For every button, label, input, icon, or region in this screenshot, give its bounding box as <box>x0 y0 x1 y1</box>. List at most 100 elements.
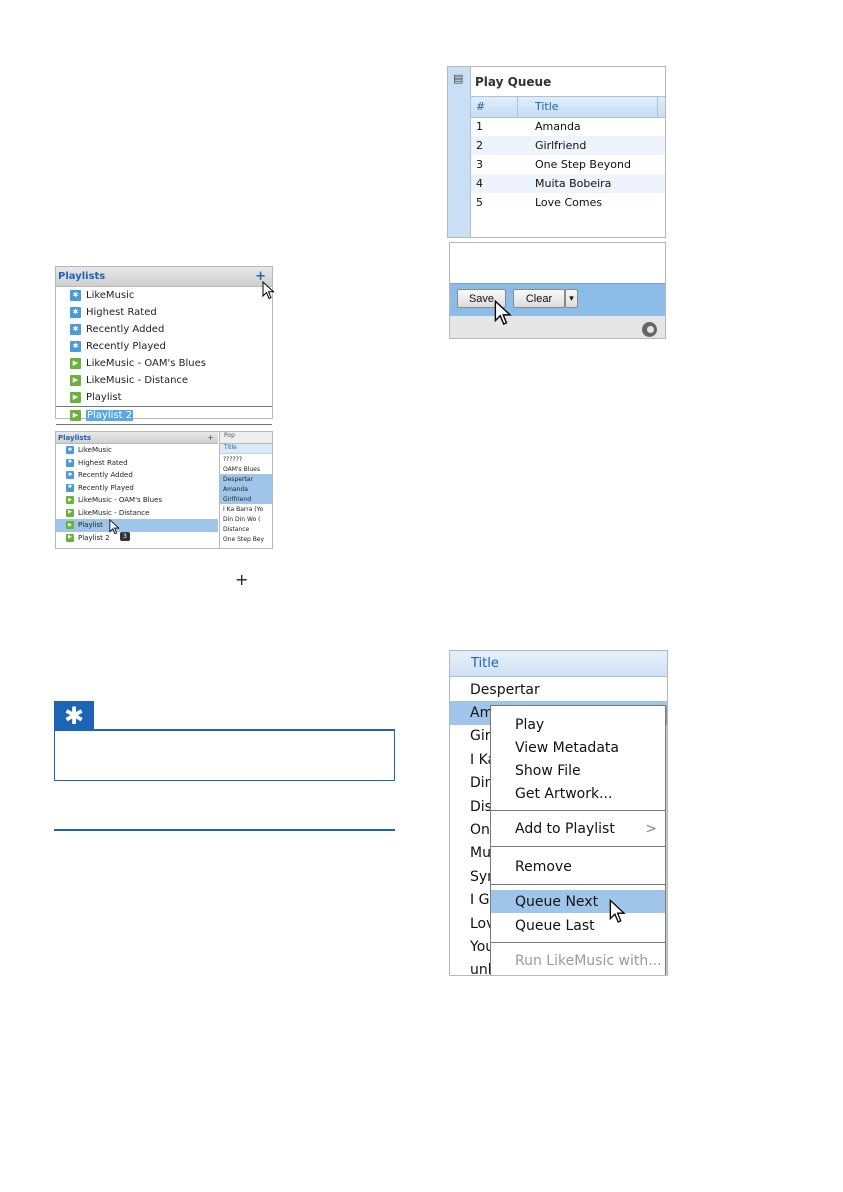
drag-playlists-column: Playlists + ✱ LikeMusic ✱ Highest Rated ✱ Rec… <box>56 432 218 548</box>
drag-playlist-item-label: Highest Rated <box>78 458 128 467</box>
playlists-panel: Playlists + ✱ LikeMusic ✱ Highest Rated ✱ Rec… <box>55 266 273 425</box>
drag-tracks-title-column[interactable]: Title <box>220 444 272 454</box>
drag-track-row[interactable]: I Ka Barra (Yo <box>220 504 272 514</box>
drag-playlists-title: Playlists <box>58 433 92 442</box>
playlist-item[interactable]: ✱ Recently Played <box>56 338 272 355</box>
drag-playlist-item[interactable]: ✱ Recently Played <box>56 482 218 495</box>
drag-add-playlist-button[interactable]: + <box>207 433 214 442</box>
play-queue-column-header: # Title <box>471 96 665 118</box>
drag-playlist-item-label: LikeMusic - OAM's Blues <box>78 496 162 505</box>
smart-playlist-icon: ✱ <box>70 307 81 318</box>
tip-asterisk-icon: ✱ <box>54 701 94 731</box>
drag-track-row[interactable]: Din Din Wo ( <box>220 514 272 524</box>
drag-track-row[interactable]: OAM's Blues <box>220 464 272 474</box>
playlist-icon: ▶ <box>70 392 81 403</box>
drag-track-row[interactable]: ?????? <box>220 454 272 464</box>
queue-row[interactable]: 4 Muita Bobeira <box>471 174 665 193</box>
playlist-item[interactable]: ✱ Highest Rated <box>56 304 272 321</box>
queue-footer <box>450 316 665 338</box>
menu-run-with: Run LikeMusic with... <box>515 952 662 969</box>
menu-play[interactable]: Play <box>491 713 665 736</box>
playlist-icon: ▶ <box>66 496 74 505</box>
drag-playlist-item-label: LikeMusic <box>78 446 112 455</box>
save-cursor-icon <box>494 299 512 326</box>
clear-button[interactable]: Clear <box>513 289 565 308</box>
playlist-item-label: Playlist 2 <box>86 410 134 421</box>
playlist-item[interactable]: ✱ Recently Added <box>56 321 272 338</box>
column-number[interactable]: # <box>476 100 485 113</box>
playlist-item-label: Recently Played <box>86 341 166 352</box>
play-queue-strip: ▤ <box>448 67 471 237</box>
menu-separator <box>491 942 665 943</box>
playlist-item[interactable]: ▶ LikeMusic - Distance <box>56 372 272 389</box>
queue-row-number: 2 <box>476 139 483 152</box>
menu-queue-next[interactable]: Queue Next <box>491 890 665 913</box>
drag-playlist-item[interactable]: ▶ Playlist <box>56 519 218 532</box>
context-menu: Play View Metadata Show File Get Artwork… <box>490 705 666 975</box>
drag-playlist-item[interactable]: ✱ Highest Rated <box>56 457 218 470</box>
queue-row[interactable]: 2 Girlfriend <box>471 136 665 155</box>
mouse-cursor-icon <box>262 281 275 300</box>
playlist-item[interactable]: ▶ Playlist 2 <box>56 406 272 425</box>
queue-document-icon[interactable]: ▤ <box>453 72 463 85</box>
smart-playlist-icon: ✱ <box>66 458 74 467</box>
drag-track-row[interactable]: One Step Bey <box>220 534 272 544</box>
drag-tracks-column: Pop Title ?????? OAM's Blues Despertar Aman… <box>219 432 272 548</box>
menu-separator <box>491 810 665 811</box>
track-row[interactable]: Despertar <box>450 678 667 701</box>
drag-playlist-item[interactable]: ✱ Recently Added <box>56 469 218 482</box>
queue-row[interactable]: 1 Amanda <box>471 117 665 136</box>
playlist-item[interactable]: ▶ Playlist <box>56 389 272 406</box>
drag-to-playlist-panel: Playlists + ✱ LikeMusic ✱ Highest Rated ✱ Rec… <box>55 431 273 549</box>
menu-remove[interactable]: Remove <box>491 855 665 878</box>
queue-row-number: 4 <box>476 177 483 190</box>
drag-playlist-item-label: Recently Added <box>78 471 133 480</box>
drag-playlist-item-label: LikeMusic - Distance <box>78 508 150 517</box>
drag-playlist-item[interactable]: ▶ Playlist 2 <box>56 532 218 545</box>
play-queue-panel: ▤ Play Queue # Title 1 Amanda 2 Girlfriend 3… <box>447 66 666 238</box>
menu-view-metadata[interactable]: View Metadata <box>491 736 665 759</box>
playlist-icon: ▶ <box>66 521 74 530</box>
queue-row-title: Love Comes <box>535 196 603 209</box>
queue-row-title: One Step Beyond <box>535 158 631 171</box>
section-divider <box>54 829 395 831</box>
drag-playlist-list: ✱ LikeMusic ✱ Highest Rated ✱ Recently Added ✱… <box>56 444 218 544</box>
play-queue-rows: 1 Amanda 2 Girlfriend 3 One Step Beyond 4 Muita… <box>471 117 665 212</box>
smart-playlist-icon: ✱ <box>70 324 81 335</box>
drag-playlist-item[interactable]: ▶ LikeMusic - Distance <box>56 507 218 520</box>
play-queue-controls: Save Clear ▾ <box>449 242 666 339</box>
track-list-title-column[interactable]: Title <box>450 651 667 677</box>
menu-show-file[interactable]: Show File <box>491 759 665 782</box>
queue-row[interactable]: 3 One Step Beyond <box>471 155 665 174</box>
menu-get-artwork[interactable]: Get Artwork... <box>491 782 665 805</box>
drag-track-row[interactable]: Amanda <box>220 484 272 494</box>
smart-playlist-icon: ✱ <box>66 446 74 455</box>
column-divider <box>517 97 518 117</box>
drag-playlist-item[interactable]: ✱ LikeMusic <box>56 444 218 457</box>
queue-row-number: 3 <box>476 158 483 171</box>
column-title[interactable]: Title <box>535 100 559 113</box>
menu-cursor-icon <box>609 898 626 923</box>
playlist-item[interactable]: ▶ LikeMusic - OAM's Blues <box>56 355 272 372</box>
menu-add-to-playlist[interactable]: Add to Playlist > <box>491 817 665 840</box>
playlist-item[interactable]: ✱ LikeMusic <box>56 287 272 304</box>
drag-tracks-header: Pop <box>220 432 272 444</box>
smart-playlist-icon: ✱ <box>70 290 81 301</box>
clear-dropdown-button[interactable]: ▾ <box>565 289 578 308</box>
drag-track-list: ?????? OAM's Blues Despertar Amanda Girlfrie… <box>220 454 272 544</box>
queue-row-title: Muita Bobeira <box>535 177 612 190</box>
smart-playlist-icon: ✱ <box>66 471 74 480</box>
menu-separator <box>491 846 665 847</box>
playlist-icon: ▶ <box>70 410 81 421</box>
drag-count-badge: 3 <box>120 532 130 541</box>
drag-track-row[interactable]: Despertar <box>220 474 272 484</box>
playlist-item-label: Highest Rated <box>86 307 157 318</box>
drag-track-row[interactable]: Distance <box>220 524 272 534</box>
drag-playlist-item[interactable]: ▶ LikeMusic - OAM's Blues <box>56 494 218 507</box>
queue-row[interactable]: 5 Love Comes <box>471 193 665 212</box>
submenu-arrow-icon: > <box>645 820 657 837</box>
menu-separator <box>491 884 665 885</box>
menu-queue-last[interactable]: Queue Last <box>491 914 665 937</box>
playlist-icon: ▶ <box>70 358 81 369</box>
drag-track-row[interactable]: Girlfriend <box>220 494 272 504</box>
